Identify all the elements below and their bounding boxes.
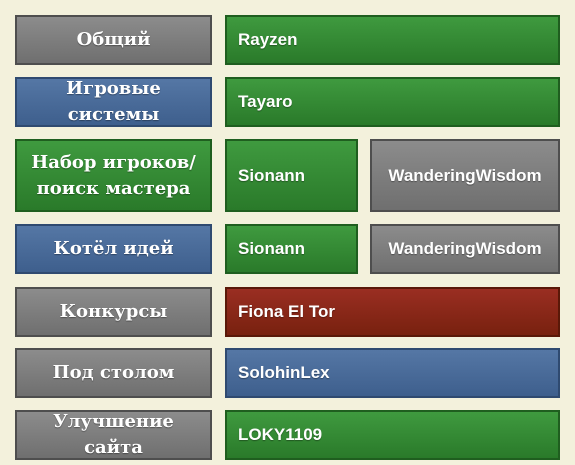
moderator-name: LOKY1109 bbox=[238, 425, 323, 444]
moderator-sionann[interactable]: Sionann bbox=[225, 224, 358, 274]
moderator-name: Rayzen bbox=[238, 30, 298, 49]
forum-site-improvement[interactable]: Улучшение сайта bbox=[15, 410, 212, 460]
forum-label: Улучшение сайта bbox=[53, 411, 174, 458]
moderator-solohinlex[interactable]: SolohinLex bbox=[225, 348, 560, 398]
forum-under-the-table[interactable]: Под столом bbox=[15, 348, 212, 398]
forum-label: Котёл идей bbox=[53, 238, 174, 259]
moderator-wanderingwisdom[interactable]: WanderingWisdom bbox=[370, 139, 560, 212]
forum-idea-cauldron[interactable]: Котёл идей bbox=[15, 224, 212, 274]
moderator-name: Sionann bbox=[238, 239, 306, 258]
forum-label: Конкурсы bbox=[59, 301, 168, 322]
moderator-name: WanderingWisdom bbox=[388, 239, 542, 258]
moderator-wanderingwisdom[interactable]: WanderingWisdom bbox=[370, 224, 560, 274]
moderator-loky1109[interactable]: LOKY1109 bbox=[225, 410, 560, 460]
moderator-name: Tayaro bbox=[238, 92, 293, 111]
moderator-rayzen[interactable]: Rayzen bbox=[225, 15, 560, 65]
forum-game-systems[interactable]: Игровые системы bbox=[15, 77, 212, 127]
forum-general[interactable]: Общий bbox=[15, 15, 212, 65]
forum-contests[interactable]: Конкурсы bbox=[15, 287, 212, 337]
moderator-sionann[interactable]: Sionann bbox=[225, 139, 358, 212]
forum-label-line2: поиск мастера bbox=[36, 177, 191, 199]
forum-label: Игровые системы bbox=[66, 78, 161, 125]
moderator-fiona-el-tor[interactable]: Fiona El Tor bbox=[225, 287, 560, 337]
moderator-name: SolohinLex bbox=[238, 363, 330, 382]
moderator-tayaro[interactable]: Tayaro bbox=[225, 77, 560, 127]
forum-label: Под столом bbox=[52, 362, 175, 383]
moderator-name: Sionann bbox=[238, 165, 306, 185]
forum-player-recruitment[interactable]: Набор игроков/ поиск мастера bbox=[15, 139, 212, 212]
moderator-name: Fiona El Tor bbox=[238, 302, 335, 321]
forum-label-line1: Набор игроков/ bbox=[31, 151, 196, 173]
forum-label: Общий bbox=[76, 29, 151, 50]
moderator-name: WanderingWisdom bbox=[388, 165, 542, 185]
